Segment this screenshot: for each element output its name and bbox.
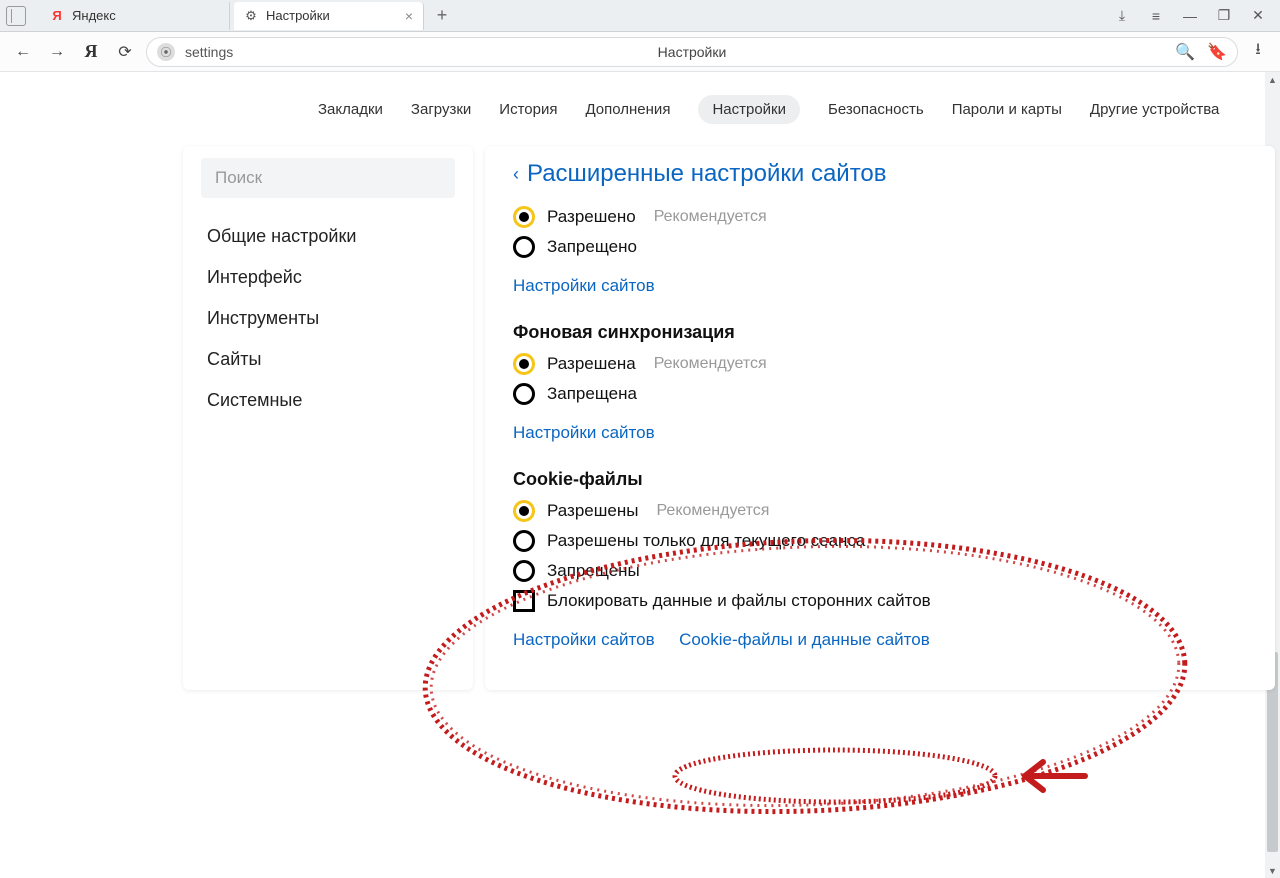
settings-main-panel: ‹ Расширенные настройки сайтов Разрешено… — [485, 146, 1275, 690]
yandex-favicon-icon: Я — [50, 9, 64, 23]
sidebar-search-input[interactable]: Поиск — [201, 158, 455, 198]
menu-icon[interactable]: ≡ — [1146, 8, 1166, 24]
omnibox-title: Настройки — [658, 44, 727, 60]
nav-bookmarks[interactable]: Закладки — [318, 101, 383, 118]
radio-label: Запрещены — [547, 561, 640, 581]
minimize-icon[interactable]: — — [1180, 8, 1200, 24]
radio-label: Разрешены — [547, 501, 638, 521]
radio-label: Разрешено — [547, 207, 636, 227]
checkbox-label: Блокировать данные и файлы сторонних сай… — [547, 591, 931, 611]
radio-cookies-forbidden[interactable]: Запрещены — [513, 560, 1247, 582]
back-button[interactable]: ← — [10, 39, 36, 65]
sidebar-item-general[interactable]: Общие настройки — [183, 216, 473, 257]
nav-settings[interactable]: Настройки — [698, 95, 800, 124]
settings-top-nav: Закладки Загрузки История Дополнения Нас… — [0, 72, 1280, 146]
section-title-cookies: Cookie-файлы — [513, 469, 1247, 490]
recommended-hint: Рекомендуется — [656, 502, 769, 520]
nav-security[interactable]: Безопасность — [828, 101, 924, 118]
nav-passwords[interactable]: Пароли и карты — [952, 101, 1062, 118]
radio-label: Разрешены только для текущего сеанса — [547, 531, 865, 551]
zoom-icon[interactable]: 🔍 — [1175, 42, 1195, 62]
omnibox[interactable]: ⦿ settings Настройки 🔍 🔖 — [146, 37, 1238, 67]
maximize-icon[interactable]: ❐ — [1214, 7, 1234, 24]
site-settings-link[interactable]: Настройки сайтов — [513, 276, 655, 296]
tab-yandex[interactable]: Я Яндекс — [40, 2, 230, 30]
settings-sidebar: Поиск Общие настройки Интерфейс Инструме… — [183, 146, 473, 690]
scroll-up-button[interactable]: ▲ — [1265, 72, 1280, 87]
tab-label: Настройки — [266, 8, 330, 23]
nav-devices[interactable]: Другие устройства — [1090, 101, 1219, 118]
tab-close-button[interactable]: × — [405, 9, 413, 23]
downloads-button[interactable]: ⭳ — [1246, 38, 1270, 65]
radio-cookies-session[interactable]: Разрешены только для текущего сеанса — [513, 530, 1247, 552]
sidebar-item-sites[interactable]: Сайты — [183, 339, 473, 380]
tab-settings[interactable]: ⚙ Настройки × — [234, 2, 424, 30]
nav-addons[interactable]: Дополнения — [585, 101, 670, 118]
radio-icon — [513, 353, 535, 375]
new-tab-button[interactable]: + — [428, 2, 456, 30]
recommended-hint: Рекомендуется — [654, 208, 767, 226]
sidebar-search-placeholder: Поиск — [215, 168, 262, 188]
bookmark-icon[interactable]: 🔖 — [1207, 42, 1227, 62]
sidebar-toggle-button[interactable] — [6, 6, 26, 26]
browser-tabbar: Я Яндекс ⚙ Настройки × + ⤓ ≡ — ❐ ✕ — [0, 0, 1280, 32]
page-title[interactable]: ‹ Расширенные настройки сайтов — [513, 160, 1247, 188]
radio-cookies-allowed[interactable]: Разрешены Рекомендуется — [513, 500, 1247, 522]
sidebar-item-tools[interactable]: Инструменты — [183, 298, 473, 339]
radio-label: Запрещена — [547, 384, 637, 404]
recommended-hint: Рекомендуется — [654, 355, 767, 373]
nav-history[interactable]: История — [499, 101, 557, 118]
section-title-bgsync: Фоновая синхронизация — [513, 322, 1247, 343]
radio-bgsync-forbidden[interactable]: Запрещена — [513, 383, 1247, 405]
tab-label: Яндекс — [72, 8, 116, 23]
gear-icon: ⚙ — [244, 9, 258, 23]
bookmark-page-icon[interactable]: ⤓ — [1112, 7, 1132, 24]
omnibox-url: settings — [185, 44, 233, 60]
page-title-text: Расширенные настройки сайтов — [527, 160, 887, 188]
yandex-home-button[interactable]: Я — [78, 39, 104, 65]
radio-allowed[interactable]: Разрешено Рекомендуется — [513, 206, 1247, 228]
address-bar: ← → Я ⟳ ⦿ settings Настройки 🔍 🔖 ⭳ — [0, 32, 1280, 72]
radio-forbidden[interactable]: Запрещено — [513, 236, 1247, 258]
radio-icon — [513, 206, 535, 228]
radio-label: Запрещено — [547, 237, 637, 257]
page-content: ▲ ▼ Закладки Загрузки История Дополнения… — [0, 72, 1280, 878]
forward-button[interactable]: → — [44, 39, 70, 65]
checkbox-block-3rdparty[interactable]: Блокировать данные и файлы сторонних сай… — [513, 590, 1247, 612]
site-identity-icon[interactable]: ⦿ — [157, 43, 175, 61]
scroll-down-button[interactable]: ▼ — [1265, 863, 1280, 878]
radio-bgsync-allowed[interactable]: Разрешена Рекомендуется — [513, 353, 1247, 375]
back-chevron-icon[interactable]: ‹ — [513, 164, 519, 185]
nav-downloads[interactable]: Загрузки — [411, 101, 471, 118]
sidebar-item-interface[interactable]: Интерфейс — [183, 257, 473, 298]
sidebar-item-system[interactable]: Системные — [183, 380, 473, 421]
radio-icon — [513, 236, 535, 258]
radio-icon — [513, 383, 535, 405]
checkbox-icon — [513, 590, 535, 612]
site-settings-link[interactable]: Настройки сайтов — [513, 630, 655, 650]
site-settings-link[interactable]: Настройки сайтов — [513, 423, 655, 443]
radio-label: Разрешена — [547, 354, 636, 374]
radio-icon — [513, 560, 535, 582]
window-controls: ⤓ ≡ — ❐ ✕ — [1112, 7, 1274, 24]
radio-icon — [513, 530, 535, 552]
reload-button[interactable]: ⟳ — [112, 39, 138, 65]
radio-icon — [513, 500, 535, 522]
close-icon[interactable]: ✕ — [1248, 7, 1268, 24]
cookie-data-link[interactable]: Cookie-файлы и данные сайтов — [679, 630, 930, 650]
